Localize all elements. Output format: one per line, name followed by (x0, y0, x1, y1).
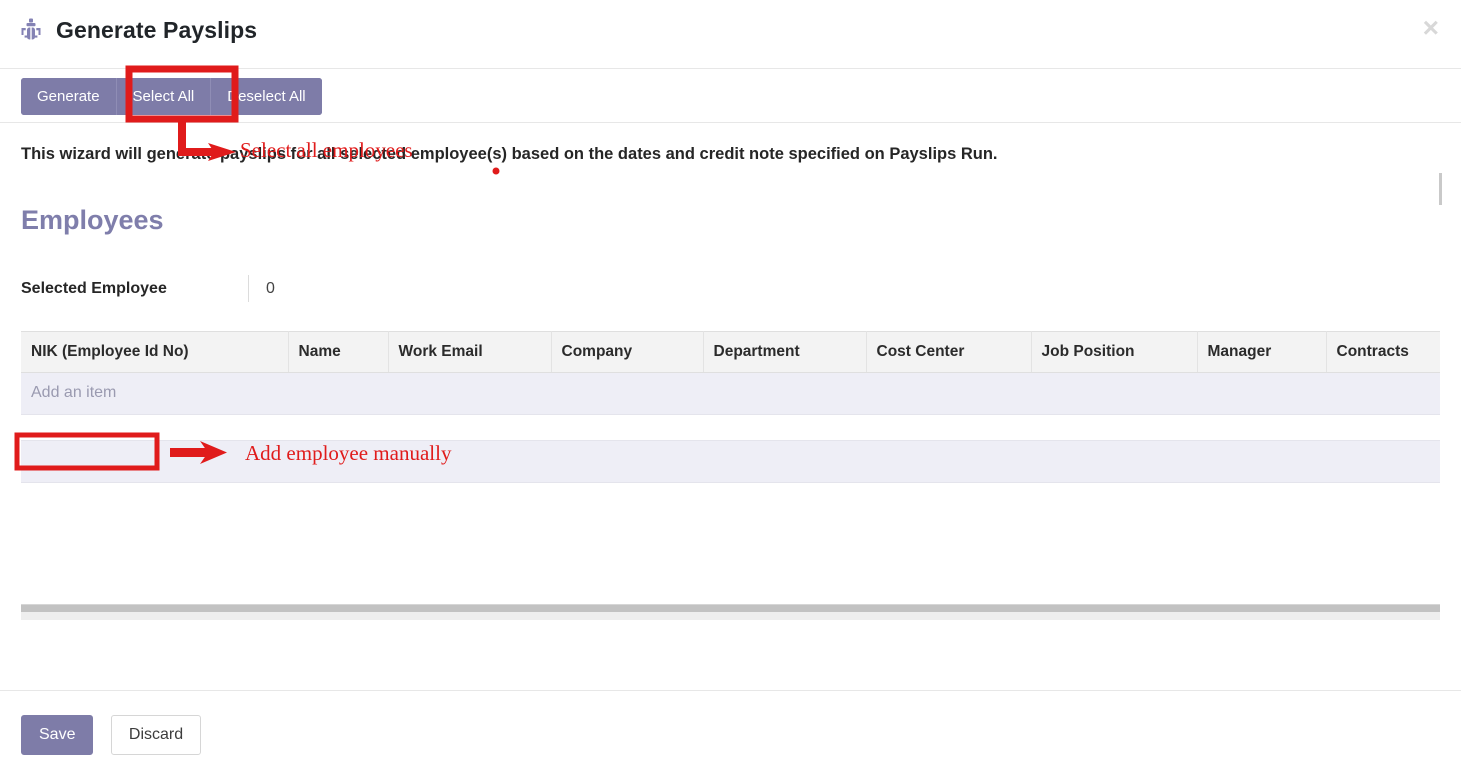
table-row[interactable] (21, 439, 1440, 483)
discard-button[interactable]: Discard (110, 715, 202, 755)
bug-icon (21, 18, 41, 40)
table-spacer-cell (21, 414, 1440, 441)
dialog-footer: Save Discard (0, 690, 1461, 755)
add-an-item-label[interactable]: Add an item (31, 384, 116, 401)
employees-table-container: NIK (Employee Id No) Name Work Email Com… (21, 330, 1440, 483)
employees-table-head: NIK (Employee Id No) Name Work Email Com… (21, 330, 1440, 373)
save-button[interactable]: Save (21, 715, 94, 755)
close-icon[interactable]: × (1419, 14, 1443, 42)
selected-employee-label: Selected Employee (21, 279, 167, 297)
employees-table-body: Add an item (21, 372, 1440, 483)
page-title: Generate Payslips (56, 16, 258, 43)
column-header-name[interactable]: Name (288, 330, 389, 373)
dialog-title-row: Generate Payslips (0, 0, 1461, 42)
wizard-description: This wizard will generate payslips for a… (21, 145, 998, 163)
section-title-employees: Employees (21, 204, 164, 235)
dialog-header: Generate Payslips × (0, 0, 1461, 69)
action-toolbar: Generate Select All Deselect All (0, 69, 1461, 123)
column-header-nik[interactable]: NIK (Employee Id No) (21, 330, 289, 373)
column-header-company[interactable]: Company (551, 330, 704, 373)
column-header-work-email[interactable]: Work Email (388, 330, 552, 373)
column-header-cost-center[interactable]: Cost Center (866, 330, 1032, 373)
column-header-manager[interactable]: Manager (1197, 330, 1327, 373)
deselect-all-button[interactable]: Deselect All (211, 78, 322, 115)
add-an-item-cell[interactable]: Add an item (21, 372, 1440, 415)
page-vertical-scrollbar-thumb[interactable] (1439, 173, 1442, 205)
employees-table: NIK (Employee Id No) Name Work Email Com… (21, 330, 1440, 483)
column-header-contracts[interactable]: Contracts (1326, 330, 1440, 373)
table-empty-cell (21, 439, 1440, 483)
selected-employee-value[interactable]: 0 (249, 280, 275, 298)
toolbar-button-group: Generate Select All Deselect All (21, 78, 322, 115)
table-spacer-row (21, 414, 1440, 441)
add-item-row[interactable]: Add an item (21, 372, 1440, 415)
generate-button[interactable]: Generate (21, 78, 117, 115)
table-horizontal-scrollbar[interactable] (21, 604, 1440, 620)
table-header-row: NIK (Employee Id No) Name Work Email Com… (21, 330, 1440, 373)
column-header-department[interactable]: Department (703, 330, 867, 373)
select-all-button[interactable]: Select All (116, 78, 212, 115)
column-header-job-position[interactable]: Job Position (1031, 330, 1198, 373)
horizontal-scrollbar-thumb[interactable] (21, 605, 1440, 612)
selected-employee-field: Selected Employee 0 (0, 234, 1461, 304)
